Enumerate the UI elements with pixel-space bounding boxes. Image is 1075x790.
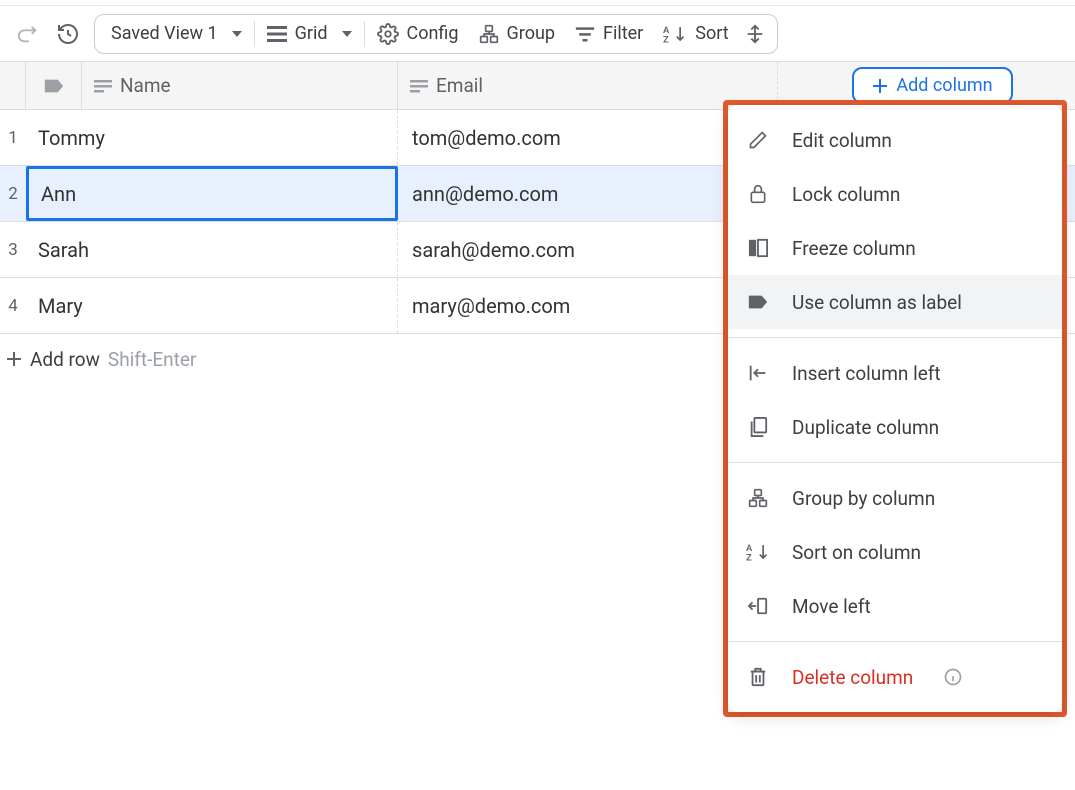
group-button[interactable]: Group xyxy=(469,17,565,51)
sort-az-icon: AZ xyxy=(746,540,770,564)
redo-button[interactable] xyxy=(10,16,46,52)
cell-name[interactable]: Sarah xyxy=(26,222,398,277)
insert-left-icon xyxy=(746,361,770,385)
label-tag-icon xyxy=(746,290,770,314)
menu-item-label: Move left xyxy=(792,595,871,618)
redo-icon xyxy=(17,23,39,45)
menu-item-label: Freeze column xyxy=(792,237,916,260)
cell-email[interactable]: mary@demo.com xyxy=(398,278,778,333)
filter-icon xyxy=(575,25,595,43)
duplicate-icon xyxy=(746,415,770,439)
history-icon xyxy=(56,22,80,46)
row-height-button[interactable] xyxy=(739,17,771,51)
text-field-icon xyxy=(410,79,428,93)
sort-label: Sort xyxy=(695,23,728,44)
menu-edit-column[interactable]: Edit column xyxy=(728,113,1062,167)
sort-az-icon: AZ xyxy=(663,24,687,44)
svg-text:Z: Z xyxy=(746,553,752,562)
row-number: 2 xyxy=(0,184,26,204)
layout-label: Grid xyxy=(295,23,328,44)
cell-name[interactable]: Tommy xyxy=(26,110,398,165)
cell-email[interactable]: ann@demo.com xyxy=(398,166,778,221)
row-number: 1 xyxy=(0,128,26,148)
add-column-label: Add column xyxy=(896,75,992,96)
label-tag-icon xyxy=(43,77,65,95)
menu-duplicate[interactable]: Duplicate column xyxy=(728,400,1062,454)
trash-icon xyxy=(746,665,770,689)
saved-view-selector[interactable]: Saved View 1 xyxy=(101,17,252,51)
group-label: Group xyxy=(507,23,555,44)
sort-button[interactable]: AZ Sort xyxy=(653,17,738,51)
chevron-down-icon xyxy=(342,31,352,37)
row-height-icon xyxy=(745,23,765,45)
column-header-name[interactable]: Name xyxy=(82,62,398,109)
menu-insert-left[interactable]: Insert column left xyxy=(728,346,1062,400)
column-header-email[interactable]: Email xyxy=(398,62,778,109)
add-column-button[interactable]: Add column xyxy=(852,67,1012,104)
label-column-header[interactable] xyxy=(26,62,82,109)
plus-icon xyxy=(872,78,888,94)
toolbar-group: Saved View 1 Grid Config Group Filter AZ… xyxy=(94,14,778,54)
column-context-menu: Edit column Lock column Freeze column Us… xyxy=(728,105,1062,712)
saved-view-label: Saved View 1 xyxy=(111,23,218,44)
menu-item-label: Sort on column xyxy=(792,541,921,564)
text-field-icon xyxy=(94,79,112,93)
filter-button[interactable]: Filter xyxy=(565,17,653,51)
menu-use-as-label[interactable]: Use column as label xyxy=(728,275,1062,329)
group-icon xyxy=(479,24,499,44)
column-header-email-label: Email xyxy=(436,74,483,97)
menu-item-label: Use column as label xyxy=(792,291,962,314)
menu-move-left[interactable]: Move left xyxy=(728,579,1062,633)
row-number: 4 xyxy=(0,296,26,316)
grid-lines-icon xyxy=(267,25,287,43)
menu-group-by[interactable]: Group by column xyxy=(728,471,1062,525)
menu-item-label: Duplicate column xyxy=(792,416,939,439)
filter-label: Filter xyxy=(603,23,643,44)
info-icon xyxy=(943,667,963,687)
svg-text:Z: Z xyxy=(663,34,669,43)
plus-icon xyxy=(6,351,22,367)
menu-delete-column[interactable]: Delete column xyxy=(728,650,1062,704)
menu-sort-on[interactable]: AZ Sort on column xyxy=(728,525,1062,579)
menu-item-label: Insert column left xyxy=(792,362,941,385)
cell-name[interactable]: Mary xyxy=(26,278,398,333)
cell-email[interactable]: tom@demo.com xyxy=(398,110,778,165)
menu-freeze-column[interactable]: Freeze column xyxy=(728,221,1062,275)
cell-email[interactable]: sarah@demo.com xyxy=(398,222,778,277)
cell-name[interactable]: Ann xyxy=(26,166,398,221)
gear-icon xyxy=(377,23,399,45)
freeze-icon xyxy=(746,236,770,260)
menu-item-label: Lock column xyxy=(792,183,900,206)
lock-icon xyxy=(746,182,770,206)
annotation-highlight: Edit column Lock column Freeze column Us… xyxy=(723,100,1067,717)
layout-selector[interactable]: Grid xyxy=(257,17,362,51)
row-number-header xyxy=(0,62,26,109)
add-row-shortcut: Shift-Enter xyxy=(108,348,196,371)
menu-item-label: Edit column xyxy=(792,129,892,152)
menu-item-label: Group by column xyxy=(792,487,935,510)
add-row-label: Add row xyxy=(30,348,100,371)
history-button[interactable] xyxy=(50,16,86,52)
chevron-down-icon xyxy=(232,31,242,37)
config-label: Config xyxy=(407,23,459,44)
menu-item-label: Delete column xyxy=(792,666,913,689)
config-button[interactable]: Config xyxy=(367,17,469,51)
move-left-icon xyxy=(746,594,770,618)
toolbar: Saved View 1 Grid Config Group Filter AZ… xyxy=(0,6,1075,62)
group-icon xyxy=(746,486,770,510)
pencil-icon xyxy=(746,128,770,152)
column-header-name-label: Name xyxy=(120,74,171,97)
menu-lock-column[interactable]: Lock column xyxy=(728,167,1062,221)
row-number: 3 xyxy=(0,240,26,260)
